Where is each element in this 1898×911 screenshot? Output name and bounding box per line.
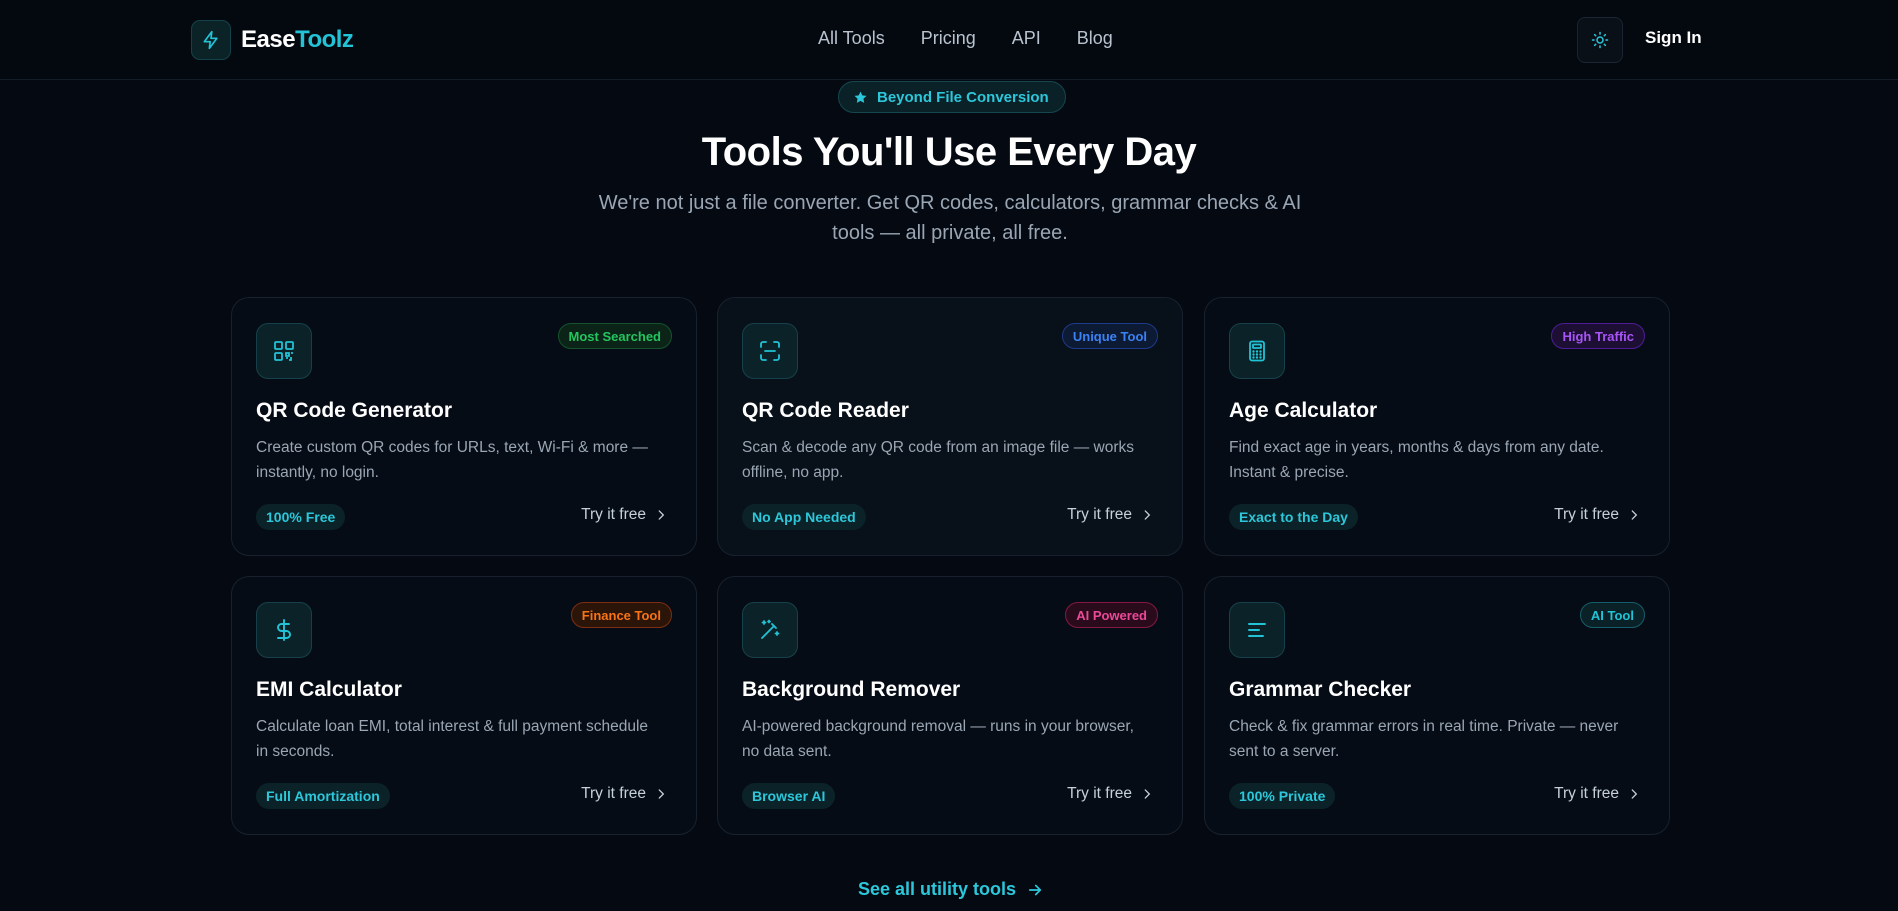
card-title: QR Code Reader — [742, 399, 909, 422]
chevron-right-icon — [658, 789, 665, 799]
card-title: Age Calculator — [1229, 399, 1378, 422]
try-it-free-link[interactable]: Try it free — [1067, 506, 1154, 524]
see-all-label: See all utility tools — [858, 879, 1017, 899]
card-description: Calculate loan EMI, total interest & ful… — [256, 718, 649, 760]
star-icon — [854, 91, 867, 103]
card-tag: Browser AI — [742, 783, 836, 809]
try-it-free-label: Try it free — [1067, 506, 1132, 523]
see-all-utility-tools-link[interactable]: See all utility tools — [858, 879, 1044, 900]
try-it-free-link[interactable]: Try it free — [1067, 785, 1154, 803]
top-navbar: Ease Toolz All Tools Pricing API Blog Sig… — [0, 0, 1898, 80]
theme-toggle-button[interactable] — [1577, 17, 1623, 63]
try-it-free-link[interactable]: Try it free — [1554, 785, 1641, 803]
badge-unique-tool: Unique Tool — [1061, 323, 1158, 349]
logo-text-part2: Toolz — [295, 26, 354, 53]
magic-wand-icon — [742, 602, 798, 658]
card-tag: Exact to the Day — [1229, 504, 1358, 530]
card-title: Grammar Checker — [1229, 678, 1412, 701]
chevron-right-icon — [1144, 789, 1151, 799]
badge-finance-tool: Finance Tool — [570, 602, 672, 628]
card-description: Check & fix grammar errors in real time.… — [1229, 718, 1619, 760]
nav-api[interactable]: API — [1012, 28, 1041, 49]
card-tag: 100% Private — [1229, 783, 1336, 809]
sign-in-button[interactable]: Sign In — [1645, 28, 1702, 48]
try-it-free-label: Try it free — [1067, 785, 1132, 802]
chevron-right-icon — [658, 510, 665, 520]
tool-card-grammar-checker[interactable]: AI Tool Grammar Checker Check & fix gram… — [1204, 576, 1670, 835]
chevron-right-icon — [1144, 510, 1151, 520]
scan-icon — [742, 323, 798, 379]
badge-most-searched: Most Searched — [557, 323, 672, 349]
text-lines-icon — [1229, 602, 1285, 658]
logo-text-part1: Ease — [241, 26, 296, 53]
nav-pricing[interactable]: Pricing — [921, 28, 976, 49]
lightning-icon — [191, 20, 231, 60]
card-title: Background Remover — [742, 678, 961, 701]
tool-card-qr-reader[interactable]: Unique Tool QR Code Reader Scan & decode… — [717, 297, 1183, 556]
try-it-free-link[interactable]: Try it free — [581, 506, 668, 524]
try-it-free-link[interactable]: Try it free — [581, 785, 668, 803]
calculator-icon — [1229, 323, 1285, 379]
try-it-free-label: Try it free — [581, 506, 646, 523]
try-it-free-label: Try it free — [1554, 506, 1619, 523]
main-nav: All Tools Pricing API Blog — [818, 28, 1113, 49]
badge-ai-tool: AI Tool — [1579, 602, 1645, 628]
logo-text: Ease Toolz — [241, 26, 354, 54]
try-it-free-label: Try it free — [1554, 785, 1619, 802]
card-tag: Full Amortization — [256, 783, 390, 809]
tool-card-qr-generator[interactable]: Most Searched QR Code Generator Create c… — [231, 297, 697, 556]
tool-card-background-remover[interactable]: AI Powered Background Remover AI-powered… — [717, 576, 1183, 835]
logo[interactable]: Ease Toolz — [191, 20, 354, 60]
arrow-right-icon — [1028, 884, 1042, 895]
badge-ai-powered: AI Powered — [1065, 602, 1158, 628]
card-description: Create custom QR codes for URLs, text, W… — [256, 439, 648, 481]
nav-all-tools[interactable]: All Tools — [818, 28, 885, 49]
sun-icon — [1591, 31, 1609, 49]
hero-title: Tools You'll Use Every Day — [701, 130, 1197, 174]
hero-pill-text: Beyond File Conversion — [877, 88, 1049, 106]
badge-high-traffic: High Traffic — [1551, 323, 1645, 349]
dollar-icon — [256, 602, 312, 658]
tool-card-age-calculator[interactable]: High Traffic Age Calculator Find exact a… — [1204, 297, 1670, 556]
card-description: Scan & decode any QR code from an image … — [742, 439, 1134, 481]
qr-code-icon — [256, 323, 312, 379]
hero-pill-badge: Beyond File Conversion — [838, 81, 1066, 113]
card-tag: 100% Free — [256, 504, 346, 530]
nav-blog[interactable]: Blog — [1077, 28, 1113, 49]
card-description: Find exact age in years, months & days f… — [1229, 439, 1604, 481]
hero-subtitle: We're not just a file converter. Get QR … — [598, 192, 1302, 244]
card-title: EMI Calculator — [256, 678, 402, 701]
chevron-right-icon — [1631, 510, 1638, 520]
card-description: AI-powered background removal — runs in … — [742, 718, 1134, 760]
tool-card-emi-calculator[interactable]: Finance Tool EMI Calculator Calculate lo… — [231, 576, 697, 835]
try-it-free-label: Try it free — [581, 785, 646, 802]
card-title: QR Code Generator — [256, 399, 453, 422]
chevron-right-icon — [1631, 789, 1638, 799]
card-tag: No App Needed — [742, 504, 866, 530]
try-it-free-link[interactable]: Try it free — [1554, 506, 1641, 524]
